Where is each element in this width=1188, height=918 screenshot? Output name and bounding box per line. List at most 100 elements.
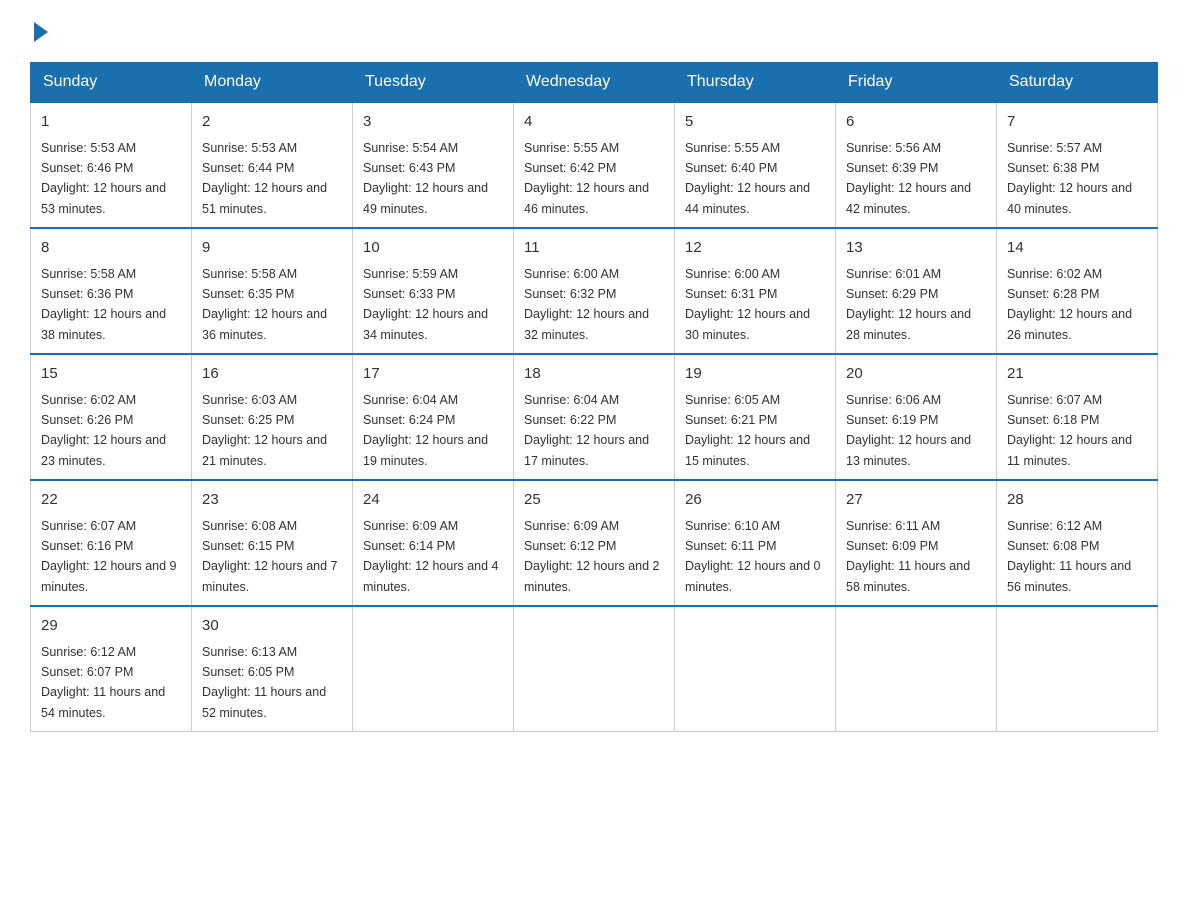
- day-info: Sunrise: 6:12 AMSunset: 6:08 PMDaylight:…: [1007, 519, 1131, 594]
- calendar-cell: 25 Sunrise: 6:09 AMSunset: 6:12 PMDaylig…: [514, 480, 675, 606]
- day-info: Sunrise: 5:55 AMSunset: 6:40 PMDaylight:…: [685, 141, 810, 216]
- day-info: Sunrise: 6:07 AMSunset: 6:18 PMDaylight:…: [1007, 393, 1132, 468]
- calendar-week-row: 29 Sunrise: 6:12 AMSunset: 6:07 PMDaylig…: [31, 606, 1158, 732]
- calendar-week-row: 8 Sunrise: 5:58 AMSunset: 6:36 PMDayligh…: [31, 228, 1158, 354]
- day-number: 18: [524, 363, 664, 386]
- day-info: Sunrise: 6:11 AMSunset: 6:09 PMDaylight:…: [846, 519, 970, 594]
- day-number: 11: [524, 237, 664, 260]
- day-info: Sunrise: 6:02 AMSunset: 6:28 PMDaylight:…: [1007, 267, 1132, 342]
- calendar-cell: 15 Sunrise: 6:02 AMSunset: 6:26 PMDaylig…: [31, 354, 192, 480]
- day-number: 21: [1007, 363, 1147, 386]
- day-info: Sunrise: 6:04 AMSunset: 6:22 PMDaylight:…: [524, 393, 649, 468]
- day-number: 6: [846, 111, 986, 134]
- calendar-cell: 10 Sunrise: 5:59 AMSunset: 6:33 PMDaylig…: [353, 228, 514, 354]
- day-info: Sunrise: 5:58 AMSunset: 6:36 PMDaylight:…: [41, 267, 166, 342]
- calendar-cell: 3 Sunrise: 5:54 AMSunset: 6:43 PMDayligh…: [353, 102, 514, 228]
- day-number: 20: [846, 363, 986, 386]
- calendar-cell: 19 Sunrise: 6:05 AMSunset: 6:21 PMDaylig…: [675, 354, 836, 480]
- day-number: 12: [685, 237, 825, 260]
- day-number: 15: [41, 363, 181, 386]
- calendar-header-sunday: Sunday: [31, 63, 192, 103]
- calendar-cell: 8 Sunrise: 5:58 AMSunset: 6:36 PMDayligh…: [31, 228, 192, 354]
- calendar-cell: 11 Sunrise: 6:00 AMSunset: 6:32 PMDaylig…: [514, 228, 675, 354]
- calendar-header-monday: Monday: [192, 63, 353, 103]
- calendar-cell: 29 Sunrise: 6:12 AMSunset: 6:07 PMDaylig…: [31, 606, 192, 732]
- calendar-cell: 21 Sunrise: 6:07 AMSunset: 6:18 PMDaylig…: [997, 354, 1158, 480]
- day-number: 17: [363, 363, 503, 386]
- day-info: Sunrise: 5:53 AMSunset: 6:46 PMDaylight:…: [41, 141, 166, 216]
- calendar-table: SundayMondayTuesdayWednesdayThursdayFrid…: [30, 62, 1158, 732]
- calendar-cell: 17 Sunrise: 6:04 AMSunset: 6:24 PMDaylig…: [353, 354, 514, 480]
- logo-arrow-icon: [34, 22, 48, 42]
- calendar-header-saturday: Saturday: [997, 63, 1158, 103]
- calendar-cell: 28 Sunrise: 6:12 AMSunset: 6:08 PMDaylig…: [997, 480, 1158, 606]
- day-info: Sunrise: 6:07 AMSunset: 6:16 PMDaylight:…: [41, 519, 177, 594]
- day-info: Sunrise: 6:00 AMSunset: 6:31 PMDaylight:…: [685, 267, 810, 342]
- day-info: Sunrise: 5:53 AMSunset: 6:44 PMDaylight:…: [202, 141, 327, 216]
- calendar-cell: 26 Sunrise: 6:10 AMSunset: 6:11 PMDaylig…: [675, 480, 836, 606]
- day-number: 27: [846, 489, 986, 512]
- day-number: 14: [1007, 237, 1147, 260]
- calendar-cell: 13 Sunrise: 6:01 AMSunset: 6:29 PMDaylig…: [836, 228, 997, 354]
- calendar-cell: 16 Sunrise: 6:03 AMSunset: 6:25 PMDaylig…: [192, 354, 353, 480]
- day-info: Sunrise: 6:04 AMSunset: 6:24 PMDaylight:…: [363, 393, 488, 468]
- day-info: Sunrise: 5:54 AMSunset: 6:43 PMDaylight:…: [363, 141, 488, 216]
- day-number: 4: [524, 111, 664, 134]
- page-header: [30, 20, 1158, 42]
- day-info: Sunrise: 5:57 AMSunset: 6:38 PMDaylight:…: [1007, 141, 1132, 216]
- day-info: Sunrise: 5:59 AMSunset: 6:33 PMDaylight:…: [363, 267, 488, 342]
- day-info: Sunrise: 6:06 AMSunset: 6:19 PMDaylight:…: [846, 393, 971, 468]
- day-info: Sunrise: 6:09 AMSunset: 6:14 PMDaylight:…: [363, 519, 499, 594]
- day-number: 8: [41, 237, 181, 260]
- calendar-cell: 9 Sunrise: 5:58 AMSunset: 6:35 PMDayligh…: [192, 228, 353, 354]
- calendar-header-wednesday: Wednesday: [514, 63, 675, 103]
- calendar-week-row: 22 Sunrise: 6:07 AMSunset: 6:16 PMDaylig…: [31, 480, 1158, 606]
- calendar-cell: 6 Sunrise: 5:56 AMSunset: 6:39 PMDayligh…: [836, 102, 997, 228]
- calendar-cell: 23 Sunrise: 6:08 AMSunset: 6:15 PMDaylig…: [192, 480, 353, 606]
- day-info: Sunrise: 6:10 AMSunset: 6:11 PMDaylight:…: [685, 519, 821, 594]
- day-number: 3: [363, 111, 503, 134]
- day-number: 29: [41, 615, 181, 638]
- day-info: Sunrise: 6:02 AMSunset: 6:26 PMDaylight:…: [41, 393, 166, 468]
- day-number: 23: [202, 489, 342, 512]
- calendar-cell: [836, 606, 997, 732]
- day-number: 16: [202, 363, 342, 386]
- day-info: Sunrise: 6:03 AMSunset: 6:25 PMDaylight:…: [202, 393, 327, 468]
- day-number: 10: [363, 237, 503, 260]
- day-number: 9: [202, 237, 342, 260]
- calendar-header-tuesday: Tuesday: [353, 63, 514, 103]
- logo: [30, 20, 48, 42]
- calendar-cell: 12 Sunrise: 6:00 AMSunset: 6:31 PMDaylig…: [675, 228, 836, 354]
- calendar-cell: 14 Sunrise: 6:02 AMSunset: 6:28 PMDaylig…: [997, 228, 1158, 354]
- calendar-cell: 5 Sunrise: 5:55 AMSunset: 6:40 PMDayligh…: [675, 102, 836, 228]
- day-info: Sunrise: 5:58 AMSunset: 6:35 PMDaylight:…: [202, 267, 327, 342]
- day-info: Sunrise: 6:01 AMSunset: 6:29 PMDaylight:…: [846, 267, 971, 342]
- day-info: Sunrise: 5:56 AMSunset: 6:39 PMDaylight:…: [846, 141, 971, 216]
- calendar-cell: 2 Sunrise: 5:53 AMSunset: 6:44 PMDayligh…: [192, 102, 353, 228]
- day-info: Sunrise: 6:08 AMSunset: 6:15 PMDaylight:…: [202, 519, 338, 594]
- calendar-cell: 18 Sunrise: 6:04 AMSunset: 6:22 PMDaylig…: [514, 354, 675, 480]
- calendar-header-row: SundayMondayTuesdayWednesdayThursdayFrid…: [31, 63, 1158, 103]
- day-number: 25: [524, 489, 664, 512]
- day-number: 5: [685, 111, 825, 134]
- day-number: 24: [363, 489, 503, 512]
- calendar-cell: 4 Sunrise: 5:55 AMSunset: 6:42 PMDayligh…: [514, 102, 675, 228]
- day-number: 2: [202, 111, 342, 134]
- day-info: Sunrise: 6:05 AMSunset: 6:21 PMDaylight:…: [685, 393, 810, 468]
- calendar-cell: 22 Sunrise: 6:07 AMSunset: 6:16 PMDaylig…: [31, 480, 192, 606]
- calendar-cell: 27 Sunrise: 6:11 AMSunset: 6:09 PMDaylig…: [836, 480, 997, 606]
- calendar-cell: 1 Sunrise: 5:53 AMSunset: 6:46 PMDayligh…: [31, 102, 192, 228]
- calendar-cell: [997, 606, 1158, 732]
- calendar-header-friday: Friday: [836, 63, 997, 103]
- day-number: 19: [685, 363, 825, 386]
- day-number: 22: [41, 489, 181, 512]
- calendar-header-thursday: Thursday: [675, 63, 836, 103]
- calendar-week-row: 1 Sunrise: 5:53 AMSunset: 6:46 PMDayligh…: [31, 102, 1158, 228]
- calendar-cell: [675, 606, 836, 732]
- day-info: Sunrise: 6:13 AMSunset: 6:05 PMDaylight:…: [202, 645, 326, 720]
- day-info: Sunrise: 6:12 AMSunset: 6:07 PMDaylight:…: [41, 645, 165, 720]
- calendar-cell: 30 Sunrise: 6:13 AMSunset: 6:05 PMDaylig…: [192, 606, 353, 732]
- day-info: Sunrise: 6:00 AMSunset: 6:32 PMDaylight:…: [524, 267, 649, 342]
- day-number: 28: [1007, 489, 1147, 512]
- day-number: 30: [202, 615, 342, 638]
